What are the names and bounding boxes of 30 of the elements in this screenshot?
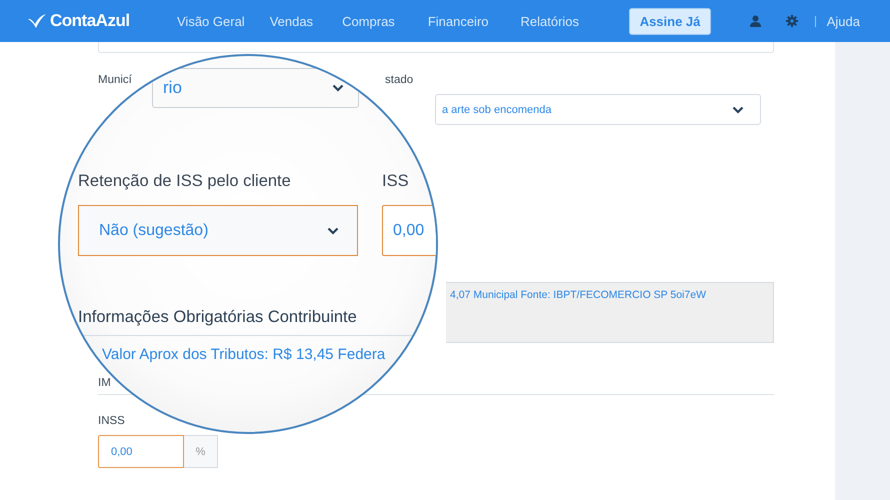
- chevron-down-icon: [332, 84, 344, 92]
- unit-label: %: [184, 435, 218, 468]
- nav-link[interactable]: Visão Geral: [177, 10, 245, 32]
- help-link[interactable]: Ajuda: [826, 10, 860, 32]
- logo-icon: [27, 13, 47, 29]
- user-icon[interactable]: [750, 15, 761, 27]
- field-label: Retenção de ISS pelo cliente: [78, 172, 291, 190]
- section-label: IM: [98, 377, 111, 389]
- input-field[interactable]: 0,00: [98, 435, 184, 468]
- logo-text[interactable]: ContaAzul: [50, 11, 130, 31]
- nav-link[interactable]: Relatórios: [520, 10, 580, 32]
- text-field[interactable]: [98, 42, 774, 53]
- settings-icon[interactable]: [786, 15, 798, 27]
- nav-link[interactable]: Financeiro: [428, 10, 489, 32]
- chevron-down-icon: [732, 106, 744, 114]
- text-area[interactable]: 4,07 Municipal Fonte: IBPT/FECOMERCIO SP 5oi7eW: [446, 282, 774, 343]
- nav-link[interactable]: Vendas: [270, 10, 314, 32]
- section-title: Informações Obrigatórias Contribuinte: [78, 308, 358, 327]
- nav-link[interactable]: Compras: [342, 10, 395, 32]
- subscribe-button[interactable]: Assine Já: [629, 8, 712, 34]
- field-label: INSS: [98, 415, 125, 427]
- chevron-down-icon: [327, 226, 339, 234]
- field-label: ISS: [382, 172, 409, 190]
- tax-note: Valor Aprox dos Tributos: R$ 13,45 Federa: [102, 346, 386, 363]
- select-field[interactable]: a arte sob encomenda: [435, 94, 761, 125]
- input-field[interactable]: 0,00: [382, 205, 436, 256]
- field-label: stado: [385, 74, 414, 86]
- field-label: Municí: [98, 74, 132, 86]
- select-field[interactable]: rio: [152, 68, 359, 108]
- select-field[interactable]: Não (sugestão): [78, 205, 358, 256]
